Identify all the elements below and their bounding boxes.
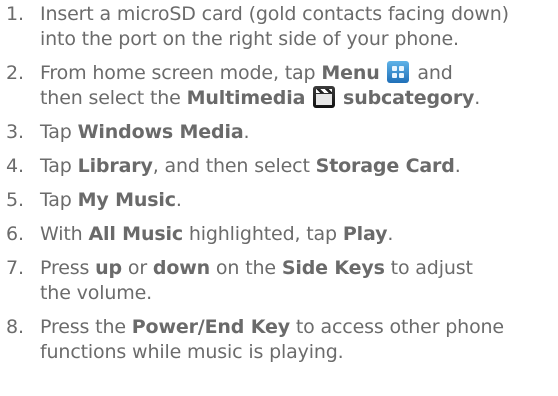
step-6: 6. With All Music highlighted, tap Play. <box>0 222 558 247</box>
menu-label: Menu <box>321 62 380 84</box>
step-text: With <box>40 223 89 245</box>
step-number: 5. <box>6 189 24 211</box>
step-number: 2. <box>6 62 24 84</box>
side-keys-label: Side Keys <box>281 257 385 279</box>
step-text: and <box>411 62 453 84</box>
step-text: Press <box>40 257 96 279</box>
punctuation: . <box>243 121 250 143</box>
step-text: then select the <box>40 87 187 109</box>
storage-card-label: Storage Card <box>315 155 455 177</box>
step-text: to access other phone <box>289 316 504 338</box>
library-label: Library <box>77 155 153 177</box>
step-text: the volume. <box>40 282 152 304</box>
step-1: 1. Insert a microSD card (gold contacts … <box>0 2 558 52</box>
step-text: From home screen mode, tap <box>40 62 322 84</box>
step-5: 5. Tap My Music. <box>0 188 558 213</box>
step-4: 4. Tap Library, and then select Storage … <box>0 154 558 179</box>
punctuation: . <box>387 223 394 245</box>
step-number: 1. <box>6 3 24 25</box>
step-number: 3. <box>6 121 24 143</box>
up-label: up <box>95 257 122 279</box>
clapperboard-icon <box>313 86 336 108</box>
step-text: , and then select <box>152 155 316 177</box>
step-text: Tap <box>40 121 78 143</box>
step-2: 2. From home screen mode, tap Menu and t… <box>0 61 558 111</box>
subcategory-label: subcategory <box>343 87 475 109</box>
step-number: 8. <box>6 316 24 338</box>
my-music-label: My Music <box>77 189 176 211</box>
step-text: Tap <box>40 155 78 177</box>
windows-media-label: Windows Media <box>77 121 244 143</box>
step-text: functions while music is playing. <box>40 341 344 363</box>
instruction-list: 1. Insert a microSD card (gold contacts … <box>0 2 558 365</box>
punctuation: . <box>175 189 182 211</box>
step-number: 6. <box>6 223 24 245</box>
step-text: highlighted, tap <box>182 223 343 245</box>
all-music-label: All Music <box>88 223 183 245</box>
step-number: 7. <box>6 257 24 279</box>
step-text: Press the <box>40 316 132 338</box>
multimedia-label: Multimedia <box>186 87 306 109</box>
step-text: into the port on the right side of your … <box>40 28 459 50</box>
down-label: down <box>152 257 211 279</box>
punctuation: . <box>454 155 461 177</box>
menu-grid-icon <box>387 61 410 83</box>
play-label: Play <box>342 223 388 245</box>
step-3: 3. Tap Windows Media. <box>0 120 558 145</box>
step-text: or <box>121 257 153 279</box>
punctuation: . <box>474 87 481 109</box>
step-number: 4. <box>6 155 24 177</box>
step-text: Insert a microSD card (gold contacts fac… <box>40 3 509 25</box>
step-8: 8. Press the Power/End Key to access oth… <box>0 315 558 365</box>
step-text: on the <box>210 257 282 279</box>
step-7: 7. Press up or down on the Side Keys to … <box>0 256 558 306</box>
step-text: to adjust <box>384 257 473 279</box>
power-end-key-label: Power/End Key <box>131 316 290 338</box>
step-text: Tap <box>40 189 78 211</box>
